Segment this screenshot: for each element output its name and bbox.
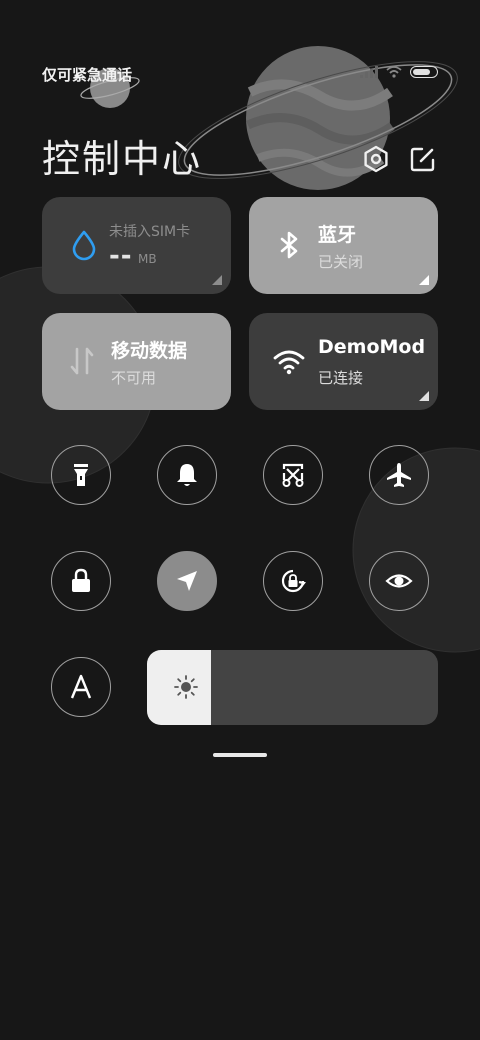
lock-icon xyxy=(72,568,90,592)
gear-icon[interactable] xyxy=(361,144,391,174)
home-indicator[interactable] xyxy=(213,753,267,757)
status-icons xyxy=(360,66,438,78)
silent-toggle[interactable] xyxy=(157,445,217,505)
airplane-toggle[interactable] xyxy=(369,445,429,505)
screenshot-toggle[interactable] xyxy=(263,445,323,505)
bluetooth-status: 已关闭 xyxy=(318,253,364,271)
flashlight-toggle[interactable] xyxy=(51,445,111,505)
location-arrow-icon xyxy=(177,571,197,591)
sun-icon xyxy=(174,675,198,699)
auto-brightness-toggle[interactable] xyxy=(51,657,111,717)
edit-icon[interactable] xyxy=(408,144,438,174)
flashlight-icon xyxy=(74,464,88,486)
tile-wifi[interactable]: DemoMode 已连接 xyxy=(249,313,438,410)
brightness-slider[interactable] xyxy=(147,650,438,725)
sim-status-label: 未插入SIM卡 xyxy=(109,224,191,240)
letter-a-icon xyxy=(70,674,92,699)
reading-mode-toggle[interactable] xyxy=(369,551,429,611)
expand-corner-icon xyxy=(212,275,222,285)
wifi-status: 已连接 xyxy=(318,369,364,387)
tile-data-usage[interactable]: 未插入SIM卡 -- MB xyxy=(42,197,231,294)
wifi-icon xyxy=(273,350,305,375)
tile-bluetooth[interactable]: 蓝牙 已关闭 xyxy=(249,197,438,294)
expand-corner-icon xyxy=(419,275,429,285)
bell-icon xyxy=(177,464,197,486)
signal-icon xyxy=(360,66,378,78)
wifi-icon xyxy=(386,66,402,78)
wifi-network-name: DemoMode xyxy=(318,336,424,358)
scissors-icon xyxy=(282,463,304,487)
rotation-lock-toggle[interactable] xyxy=(263,551,323,611)
data-usage-unit: MB xyxy=(138,252,157,266)
airplane-icon xyxy=(387,463,411,487)
location-toggle[interactable] xyxy=(157,551,217,611)
tile-mobile-data[interactable]: 移动数据 不可用 xyxy=(42,313,231,410)
eye-icon xyxy=(385,574,413,588)
expand-corner-icon xyxy=(419,391,429,401)
mobile-data-label: 移动数据 xyxy=(111,340,188,362)
battery-icon xyxy=(410,66,438,78)
bluetooth-label: 蓝牙 xyxy=(318,224,357,246)
lock-screen-toggle[interactable] xyxy=(51,551,111,611)
data-usage-value: -- xyxy=(109,241,133,271)
page-title: 控制中心 xyxy=(42,137,203,181)
data-arrows-icon xyxy=(70,347,94,375)
status-text: 仅可紧急通话 xyxy=(42,66,133,84)
mobile-data-status: 不可用 xyxy=(111,369,157,387)
water-drop-icon xyxy=(72,230,96,261)
bluetooth-icon xyxy=(280,231,298,259)
rotation-lock-icon xyxy=(281,569,306,593)
